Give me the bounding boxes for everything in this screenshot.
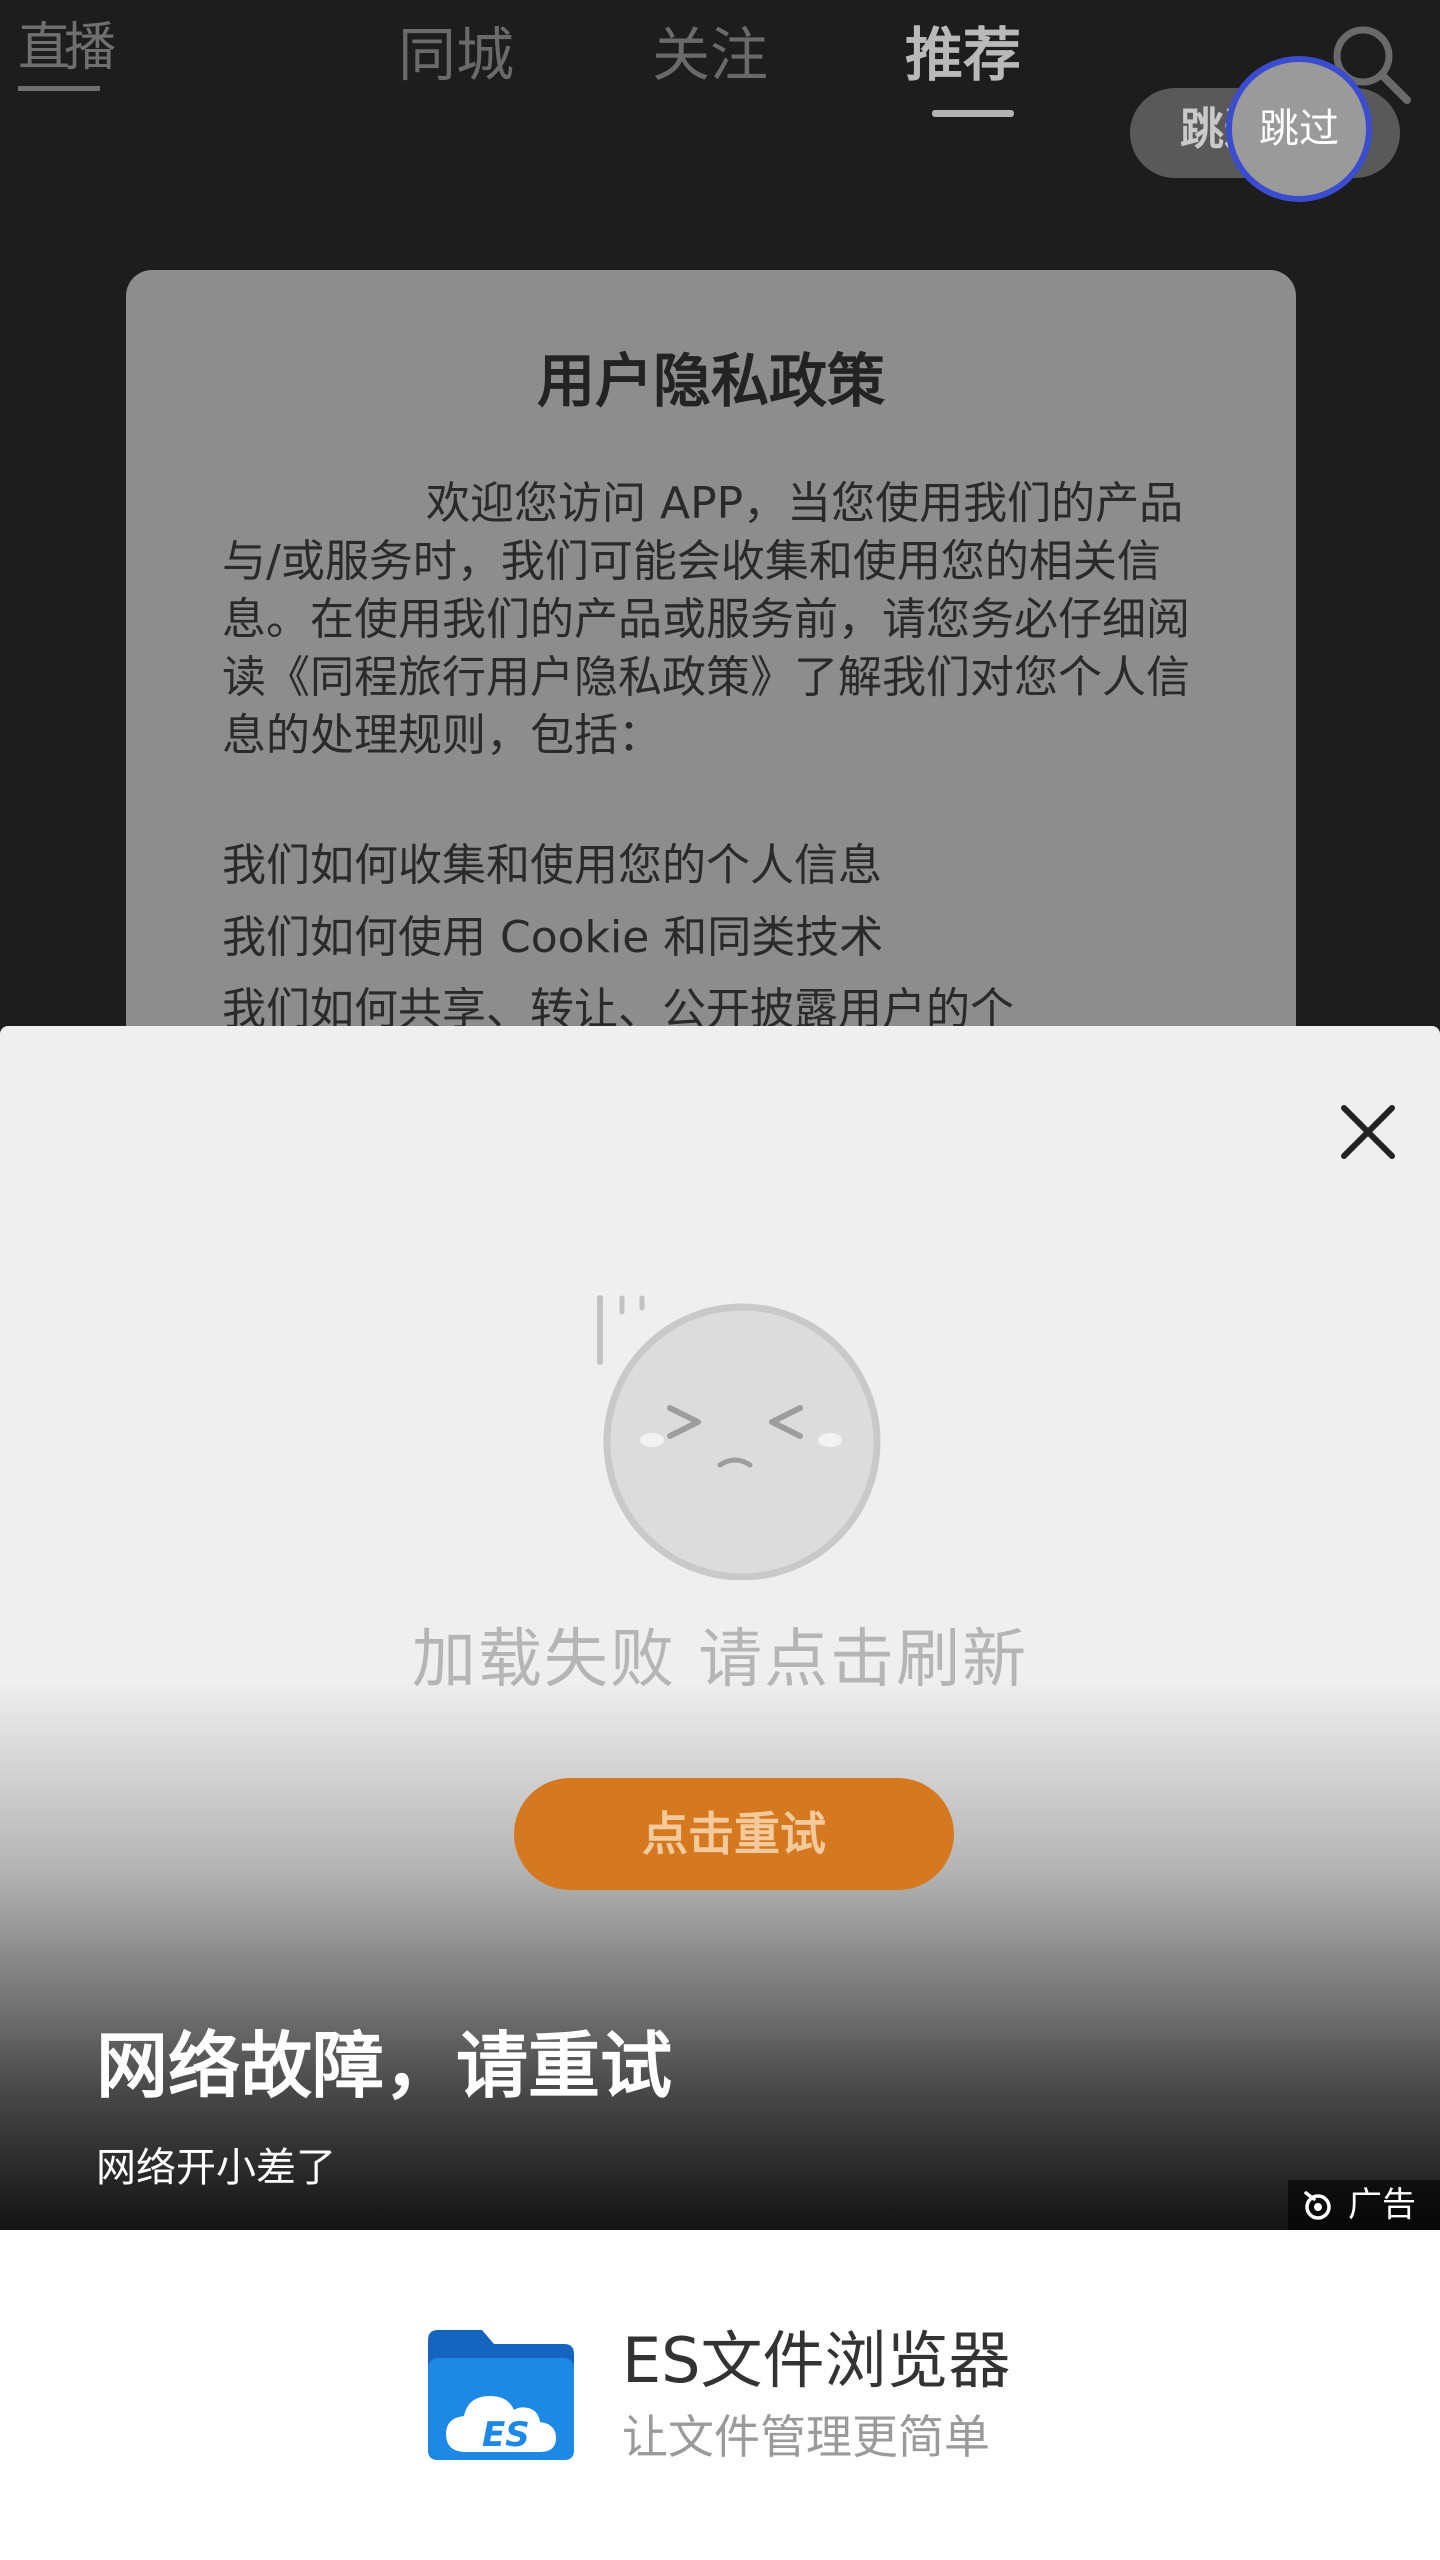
- retry-button-label: 点击重试: [642, 1807, 826, 1861]
- skip-button[interactable]: 跳过: [1226, 56, 1372, 202]
- privacy-title: 用户隐私政策: [536, 347, 885, 415]
- ad-title: 网络故障，请重试: [96, 2024, 673, 2108]
- list-item: 我们如何收集和使用您的个人信息: [222, 840, 882, 891]
- tab-following: 关注: [652, 21, 769, 89]
- tab-local: 同城: [398, 21, 515, 89]
- skip-button-label: 跳过: [1259, 106, 1339, 152]
- privacy-list: 我们如何收集和使用您的个人信息 我们如何使用 Cookie 和同类技术 我们如何…: [222, 830, 1222, 1046]
- privacy-paragraph: 欢迎您访问 APP，当您使用我们的产品与/或服务时，我们可能会收集和使用您的相关…: [222, 475, 1222, 765]
- ad-badge-label: 广告: [1348, 2185, 1416, 2225]
- ad-subtitle: 网络开小差了: [96, 2145, 336, 2191]
- privacy-paragraph-text: 欢迎您访问 APP，当您使用我们的产品与/或服务时，我们可能会收集和使用您的相关…: [222, 478, 1190, 761]
- svg-text:ES: ES: [482, 2415, 530, 2455]
- ad-logo-icon: [1304, 2191, 1331, 2220]
- list-item: 我们如何使用 Cookie 和同类技术: [222, 912, 884, 963]
- nav-live-label: 直播: [18, 18, 116, 78]
- close-icon[interactable]: [1336, 1100, 1400, 1164]
- app-slogan: 让文件管理更简单: [622, 2410, 990, 2464]
- ad-creative[interactable]: 直播 同城 关注 推荐 跳过 5 跳过 用户隐私政策 欢迎您访问 APP，当您使…: [0, 0, 1440, 2230]
- nav-live-underline: [18, 86, 100, 91]
- sad-face-icon: [597, 1295, 881, 1580]
- retry-button[interactable]: 点击重试: [514, 1778, 954, 1890]
- tab-active-indicator: [932, 110, 1014, 117]
- app-name: ES文件浏览器: [622, 2324, 1011, 2397]
- tab-recommended: 推荐: [905, 21, 1022, 89]
- es-file-explorer-logo-icon: ES: [428, 2330, 574, 2460]
- ad-badge: 广告: [1288, 2180, 1440, 2230]
